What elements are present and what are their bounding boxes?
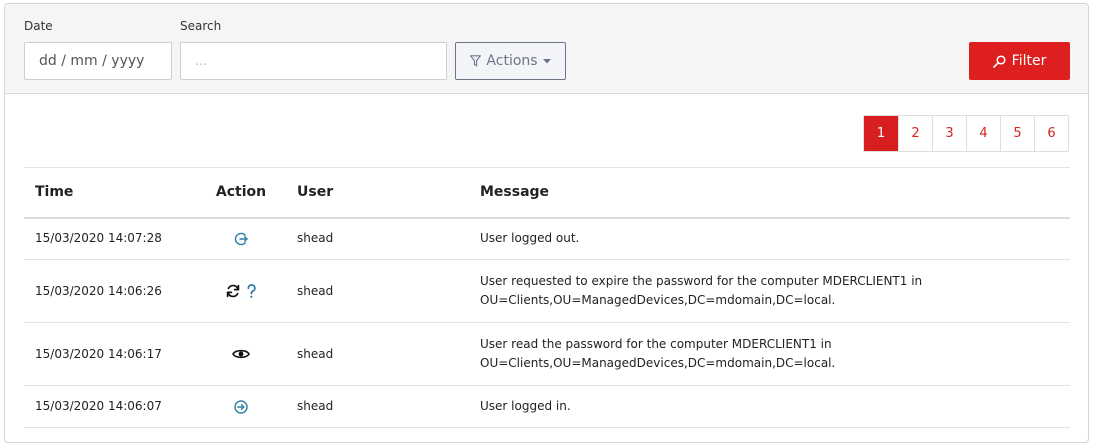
row-time: 15/03/2020 14:07:28 — [24, 217, 196, 260]
message-line: User logged in. — [480, 399, 571, 413]
table-row: 15/03/2020 14:07:28 shead User logged out. — [24, 217, 1070, 260]
search-label: Search — [180, 19, 222, 33]
refresh-icon — [225, 282, 241, 301]
date-label: Date — [24, 19, 53, 33]
search-icon — [992, 54, 1006, 68]
row-action — [196, 322, 286, 386]
table-row: 15/03/2020 14:06:17 shead User read the pa… — [24, 322, 1070, 386]
actions-dropdown-button[interactable]: Actions — [455, 42, 566, 80]
header-user[interactable]: User — [286, 167, 469, 219]
audit-log-table: Time Action User Message 15/03/2020 14:0… — [24, 167, 1070, 428]
row-user: shead — [286, 385, 469, 428]
funnel-icon — [470, 55, 482, 67]
row-time: 15/03/2020 14:06:26 — [24, 259, 196, 323]
eye-icon — [232, 345, 250, 364]
row-message: User logged in. — [469, 385, 1070, 428]
table-row: 15/03/2020 14:06:26 shead User requested t… — [24, 259, 1070, 323]
table-body: 15/03/2020 14:07:28 shead User logged out.… — [24, 217, 1070, 428]
row-time: 15/03/2020 14:06:07 — [24, 385, 196, 428]
audit-log-panel: Date dd / mm / yyyy Search Actions Filte… — [4, 3, 1089, 443]
page-1-button[interactable]: 1 — [864, 116, 898, 151]
header-message[interactable]: Message — [469, 167, 1070, 219]
message-line: User logged out. — [480, 231, 580, 246]
row-message: User logged out. — [469, 217, 1070, 260]
pagination: 123456 — [863, 115, 1069, 152]
row-message: User read the password for the computer … — [469, 322, 1070, 386]
login-icon — [233, 397, 249, 416]
row-action — [196, 259, 286, 323]
table-row: 15/03/2020 14:06:07 shead User logged in. — [24, 385, 1070, 428]
table-header-row: Time Action User Message — [24, 167, 1070, 219]
page-6-button[interactable]: 6 — [1034, 116, 1068, 151]
search-field[interactable] — [180, 42, 447, 80]
message-line: OU=Clients,OU=ManagedDevices,DC=mdomain,… — [480, 356, 836, 370]
filter-label: Filter — [1011, 53, 1047, 69]
row-user: shead — [286, 217, 469, 260]
filter-button[interactable]: Filter — [969, 42, 1070, 80]
caret-down-icon — [542, 58, 551, 63]
page-4-button[interactable]: 4 — [966, 116, 1000, 151]
logout-icon — [233, 229, 249, 248]
row-action — [196, 385, 286, 428]
page-2-button[interactable]: 2 — [898, 116, 932, 151]
row-user: shead — [286, 259, 469, 323]
filter-bar: Date dd / mm / yyyy Search Actions Filte… — [5, 4, 1088, 94]
question-mark-icon — [246, 282, 257, 301]
header-action[interactable]: Action — [196, 167, 286, 219]
row-action — [196, 217, 286, 260]
page-5-button[interactable]: 5 — [1000, 116, 1034, 151]
message-line: OU=Clients,OU=ManagedDevices,DC=mdomain,… — [480, 293, 836, 307]
header-time[interactable]: Time — [24, 167, 196, 219]
search-input[interactable] — [195, 53, 446, 69]
row-message: User requested to expire the password fo… — [469, 259, 1070, 323]
row-user: shead — [286, 322, 469, 386]
date-input[interactable]: dd / mm / yyyy — [24, 42, 172, 80]
message-line: User read the password for the computer … — [480, 337, 832, 351]
message-line: User requested to expire the password fo… — [480, 274, 923, 288]
page-3-button[interactable]: 3 — [932, 116, 966, 151]
actions-label: Actions — [486, 53, 538, 69]
row-time: 15/03/2020 14:06:17 — [24, 322, 196, 386]
